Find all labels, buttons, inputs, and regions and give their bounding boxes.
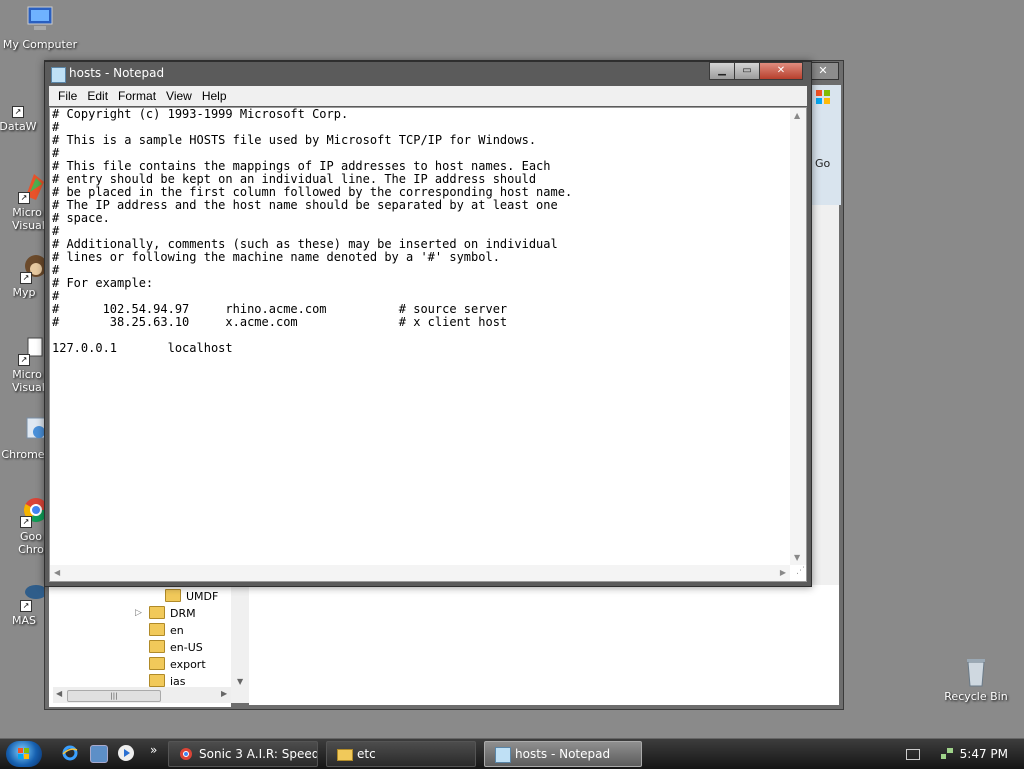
desktop-icon-my-computer[interactable]: My Computer [0,4,80,51]
desktop-icon-label: Micro Visual [12,368,44,394]
vertical-scrollbar[interactable]: ▲ ▼ [790,108,806,565]
keyboard-icon[interactable] [906,749,920,760]
folder-icon [337,749,353,761]
desktop-icon-mas[interactable]: ↗ MAS [4,580,44,627]
desktop-icon-label: MAS [12,614,36,627]
tree-item-umdf[interactable]: UMDF [165,589,218,605]
desktop-icon-label: Myp [12,286,36,299]
notepad-icon [51,67,66,83]
folder-icon [149,623,165,636]
desktop-icon-google-chrome[interactable]: ↗ Goo Chro [6,496,46,556]
menu-file[interactable]: File [53,86,82,106]
desktop-icon-label: DataW [0,120,37,133]
windows-flag-icon [815,89,831,105]
task-sonic-chrome[interactable]: Sonic 3 A.I.R: Speed... [168,741,318,767]
shortcut-arrow-icon: ↗ [18,192,30,204]
desktop-icon-label: Chrome [1,448,45,461]
menu-format[interactable]: Format [113,86,161,106]
internet-explorer-icon[interactable] [62,745,78,761]
switch-windows-icon[interactable] [90,745,108,763]
shortcut-arrow-icon: ↗ [20,272,32,284]
taskbar: » Sonic 3 A.I.R: Speed... etc hosts - No… [0,738,1024,769]
shortcut-arrow-icon: ↗ [20,600,32,612]
chrome-icon [180,748,192,760]
tree-item-en[interactable]: en [149,623,184,639]
folder-icon [165,589,181,602]
desktop-icon-label: My Computer [2,38,78,51]
minimize-button[interactable]: ▁ [709,62,735,80]
chrome-icon: ↗ [20,496,46,528]
app-icon: ↗ [18,334,44,366]
app-icon: ↗ [20,580,44,612]
network-icon[interactable] [940,746,954,760]
clock[interactable]: 5:47 PM [960,739,1008,769]
file-list-pane[interactable] [249,585,839,705]
close-button[interactable]: ✕ [759,62,803,80]
desktop-icon-recycle-bin[interactable]: Recycle Bin [936,656,1016,703]
shortcut-arrow-icon: ↗ [20,516,32,528]
text-editor[interactable]: # Copyright (c) 1993-1999 Microsoft Corp… [49,107,807,582]
scroll-right-arrow-icon[interactable]: ▶ [780,568,786,577]
tree-horizontal-scrollbar[interactable]: ◀ ||| ▶ [53,687,231,703]
task-hosts-notepad[interactable]: hosts - Notepad [484,741,642,767]
notepad-icon [495,747,511,763]
quick-launch-overflow-icon[interactable]: » [150,743,157,757]
visual-studio-icon: ↗ [18,172,44,204]
recycle-bin-icon [960,656,992,688]
menu-help[interactable]: Help [197,86,232,106]
maximize-button[interactable]: ▭ [734,62,760,80]
scroll-up-arrow-icon[interactable]: ▲ [794,111,800,120]
desktop-icon-myp[interactable]: ↗ Myp [4,252,44,299]
shortcut-arrow-icon: ↗ [18,354,30,366]
desktop-icon-label: Recycle Bin [944,690,1008,703]
resize-grip-icon[interactable]: ⋰ [791,566,805,580]
menu-edit[interactable]: Edit [82,86,113,106]
tree-item-en-us[interactable]: en-US [149,640,203,656]
desktop-icon-visual-2[interactable]: ↗ Micro Visual [0,334,44,394]
notepad-window[interactable]: hosts - Notepad ▁ ▭ ✕ File Edit Format V… [44,61,812,587]
folder-icon [149,657,165,670]
windows-flag-icon [18,748,29,759]
shortcut-arrow-icon: ↗ [12,106,24,118]
expand-arrow-icon[interactable]: ▷ [135,608,142,618]
menu-view[interactable]: View [161,86,197,106]
scrollbar-thumb[interactable]: ||| [67,690,161,702]
editor-text[interactable]: # Copyright (c) 1993-1999 Microsoft Corp… [52,108,572,355]
start-button[interactable] [6,741,42,767]
app-icon: ↗ [12,86,42,118]
desktop-icon-chrome-installer[interactable]: Chrome [0,414,46,461]
folder-icon [149,640,165,653]
menu-bar: File Edit Format View Help [49,86,807,106]
media-player-icon[interactable] [118,745,134,761]
desktop-icon-dataw[interactable]: ↗ DataW [0,86,42,133]
scroll-down-arrow-icon[interactable]: ▼ [237,677,243,686]
horizontal-scrollbar[interactable]: ◀ ▶ [50,565,790,581]
scroll-left-arrow-icon[interactable]: ◀ [56,689,62,698]
window-title: hosts - Notepad [69,66,165,80]
tree-item-export[interactable]: export [149,657,206,673]
desktop-icon-label: Micro Visual [12,206,44,232]
computer-icon [24,4,56,36]
chrome-installer-icon [20,414,46,446]
desktop-icon-visual-studio[interactable]: ↗ Micro Visual [0,172,44,232]
scroll-left-arrow-icon[interactable]: ◀ [54,568,60,577]
tree-item-drm[interactable]: DRM [149,606,196,622]
scroll-down-arrow-icon[interactable]: ▼ [794,553,800,562]
monkey-icon: ↗ [20,252,44,284]
scroll-right-arrow-icon[interactable]: ▶ [221,689,227,698]
go-button[interactable]: Go [815,157,830,170]
folder-icon [149,606,165,619]
desktop-icon-label: Goo Chro [18,530,44,556]
folder-icon [149,674,165,687]
window-controls: ▁ ▭ ✕ [709,62,803,80]
task-etc-folder[interactable]: etc [326,741,476,767]
